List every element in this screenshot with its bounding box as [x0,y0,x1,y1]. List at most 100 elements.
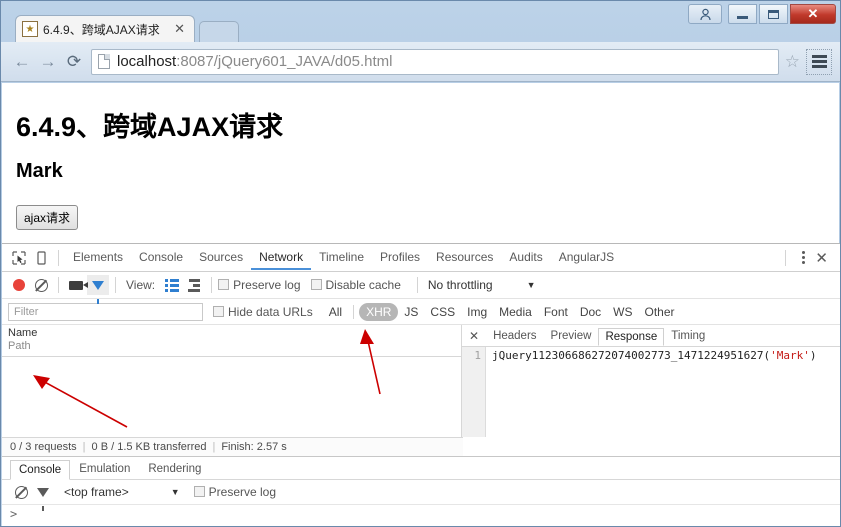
jsonp-close-paren: ) [809,349,817,362]
reload-button[interactable]: ⟳ [61,49,87,75]
clear-requests-button[interactable] [30,274,52,296]
network-status-bar: 0 / 3 requests | 0 B / 1.5 KB transferre… [2,437,463,456]
browser-tab[interactable]: ★ 6.4.9、跨域AJAX请求 ✕ [15,15,195,42]
preserve-log-checkbox[interactable]: Preserve log [218,278,301,292]
chevron-down-icon[interactable]: ▼ [527,280,536,290]
view-label: View: [126,278,156,292]
user-profile-button[interactable] [688,4,722,24]
filter-type-doc[interactable]: Doc [574,304,607,320]
devtools-tab-angularjs[interactable]: AngularJS [551,245,622,270]
devtools-more-options-button[interactable] [792,251,815,264]
view-waterfall-button[interactable] [183,274,205,296]
filter-type-media[interactable]: Media [493,304,538,320]
page-subtitle: Mark [16,160,63,182]
chrome-menu-button[interactable] [806,48,832,75]
disable-cache-checkbox[interactable]: Disable cache [310,278,401,292]
minimize-button[interactable] [728,4,757,24]
devtools-close-button[interactable]: ✕ [815,249,834,267]
console-filter-button[interactable] [32,481,54,511]
devtools-tab-elements[interactable]: Elements [65,245,131,270]
inspect-element-button[interactable] [8,247,30,269]
devtools-tab-audits[interactable]: Audits [501,245,550,270]
throttling-select[interactable]: No throttling [428,278,493,292]
detail-tab-timing[interactable]: Timing [664,327,712,345]
url-host: localhost [117,53,177,70]
page-info-icon [98,54,110,69]
jsonp-argument-text: 'Mark' [770,349,810,362]
clear-console-button[interactable] [10,481,32,503]
filter-type-font[interactable]: Font [538,304,574,320]
devtools-tab-console[interactable]: Console [131,245,191,270]
response-body[interactable]: 1 jQuery112306686272074002773_1471224951… [462,347,840,437]
toolbar-divider [416,277,418,293]
filter-type-xhr[interactable]: XHR [359,302,399,321]
toolbar-divider [785,249,787,266]
response-code-line: jQuery112306686272074002773_147122495162… [486,347,817,437]
chevron-down-icon[interactable]: ▼ [171,487,180,497]
filter-toggle-button[interactable] [87,275,109,304]
console-preserve-log-checkbox[interactable]: Preserve log [193,485,277,499]
filter-type-other[interactable]: Other [639,304,681,320]
filter-type-css[interactable]: CSS [424,304,461,320]
capture-screenshots-button[interactable] [65,274,88,296]
minimize-icon [737,15,748,19]
drawer-tab-console[interactable]: Console [10,460,71,480]
network-toolbar: View: Preserve log Disable cache No thro… [2,272,840,304]
forward-button[interactable]: → [35,49,61,75]
detail-close-button[interactable]: ✕ [466,329,486,343]
ajax-request-button[interactable]: ajax请求 [16,205,79,230]
bookmark-star-icon[interactable]: ☆ [785,52,800,72]
devtools-tab-network[interactable]: Network [251,245,312,270]
drawer-tab-emulation[interactable]: Emulation [70,459,139,479]
close-button[interactable]: ✕ [790,4,836,24]
view-list-button[interactable] [161,274,183,296]
filter-type-img[interactable]: Img [461,304,493,320]
devtools-tab-sources[interactable]: Sources [191,245,251,270]
filter-type-all[interactable]: All [323,304,348,320]
status-transferred: 0 B / 1.5 KB transferred [91,441,207,453]
checkbox-icon [193,486,205,497]
close-icon: ✕ [807,6,819,21]
detail-tab-headers[interactable]: Headers [486,327,543,345]
filter-divider [353,304,355,319]
detail-tab-bar: ✕ Headers Preview Response Timing [462,325,840,347]
status-separator: | [82,441,86,453]
detail-tab-preview[interactable]: Preview [544,327,599,345]
filter-type-ws[interactable]: WS [607,304,638,320]
detail-tab-response[interactable]: Response [598,327,665,346]
network-body: Name Path ✕ Headers Preview Response Tim… [2,325,840,437]
page-title: 6.4.9、跨域AJAX请求 [16,112,284,142]
device-toolbar-button[interactable] [30,247,52,269]
back-button[interactable]: ← [9,49,35,75]
console-context-select[interactable]: <top frame> [64,485,129,499]
drawer-tab-rendering[interactable]: Rendering [139,459,210,479]
tab-close-icon[interactable]: ✕ [171,21,188,37]
jsonp-callback-text: jQuery112306686272074002773_147122495162… [492,349,771,362]
toolbar-divider [58,249,59,266]
list-view-icon [165,278,180,292]
devtools-panel: Elements Console Sources Network Timelin… [2,243,840,526]
new-tab-button[interactable] [199,21,239,42]
devtools-tab-timeline[interactable]: Timeline [311,245,372,270]
maximize-button[interactable] [759,4,788,24]
devtools-tab-resources[interactable]: Resources [428,245,501,270]
devtools-tab-profiles[interactable]: Profiles [372,245,428,270]
filter-input[interactable]: Filter [8,302,203,321]
reload-icon: ⟳ [66,51,82,71]
console-prompt[interactable]: > [2,505,840,526]
kebab-menu-icon [802,251,806,254]
drawer-tab-bar: Console Emulation Rendering [2,457,840,480]
filter-type-js[interactable]: JS [398,304,424,320]
record-button[interactable] [8,274,30,296]
devtools-tab-bar-right: ✕ [779,249,834,267]
request-table-header[interactable]: Name Path [2,325,461,357]
request-table[interactable]: Name Path [2,325,462,437]
browser-window: ✕ ★ 6.4.9、跨域AJAX请求 ✕ ← → ⟳ localhost:808… [0,0,841,527]
address-bar[interactable]: localhost:8087/jQuery601_JAVA/d05.html [91,48,779,75]
console-preserve-log-label: Preserve log [208,485,277,499]
status-finish: Finish: 2.57 s [221,441,287,453]
forward-arrow-icon: → [39,51,57,71]
hide-data-urls-checkbox[interactable]: Hide data URLs [213,305,313,319]
clear-icon [14,485,28,499]
network-filter-bar: Filter Hide data URLs All XHR JS CSS Img… [2,299,840,325]
